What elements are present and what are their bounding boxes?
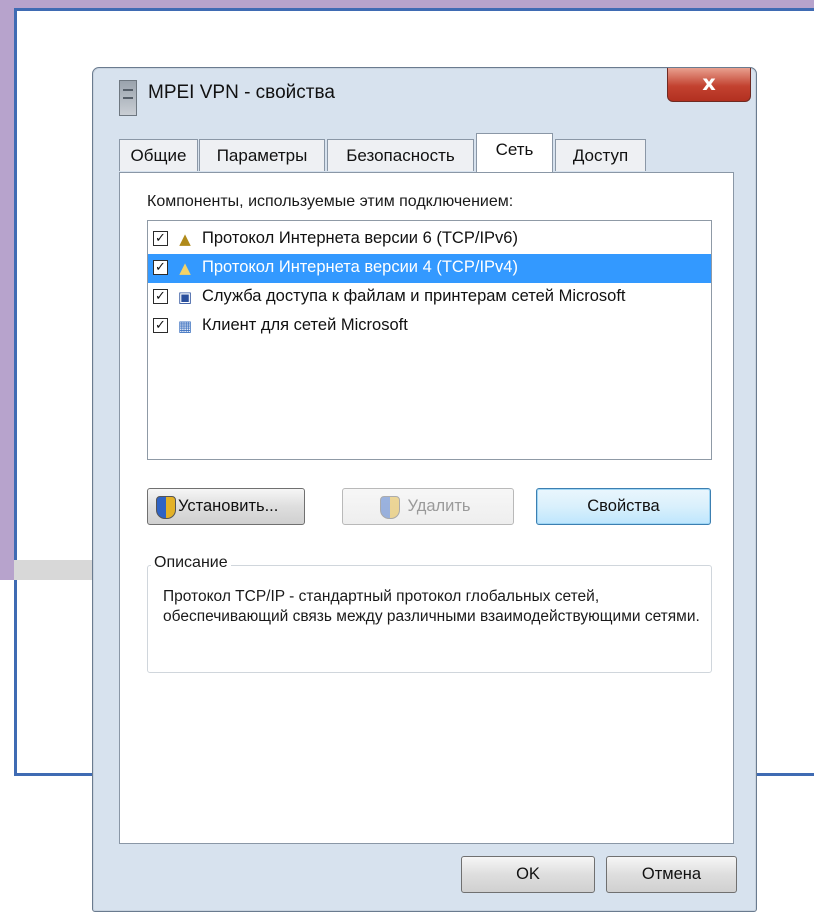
tab-network[interactable]: Сеть	[476, 133, 553, 172]
slide-purple-side	[0, 0, 14, 580]
list-item-label: Протокол Интернета версии 4 (TCP/IPv4)	[202, 258, 518, 276]
tab-sharing[interactable]: Доступ	[555, 139, 646, 171]
tab-general[interactable]: Общие	[119, 139, 198, 171]
remove-button[interactable]: Удалить	[342, 488, 514, 525]
install-button-label: Установить...	[178, 497, 279, 515]
title-bar[interactable]: MPEI VPN - свойства x	[93, 68, 756, 124]
network-tab-panel: Компоненты, используемые этим подключени…	[119, 172, 734, 844]
ok-button[interactable]: OK	[461, 856, 595, 893]
components-list[interactable]: ✓ ▲ Протокол Интернета версии 6 (TCP/IPv…	[147, 220, 712, 460]
network-protocol-icon: ▲	[179, 259, 191, 277]
list-item-label: Служба доступа к файлам и принтерам сете…	[202, 287, 626, 305]
checkbox[interactable]: ✓	[153, 260, 168, 275]
list-item[interactable]: ✓ ▣ Служба доступа к файлам и принтерам …	[148, 283, 711, 312]
close-button[interactable]: x	[667, 68, 751, 102]
connection-icon	[119, 80, 137, 116]
list-item-selected[interactable]: ✓ ▲ Протокол Интернета версии 4 (TCP/IPv…	[148, 254, 711, 283]
cancel-button[interactable]: Отмена	[606, 856, 737, 893]
list-item[interactable]: ✓ ▦ Клиент для сетей Microsoft	[148, 312, 711, 341]
tab-parameters[interactable]: Параметры	[199, 139, 325, 171]
components-label: Компоненты, используемые этим подключени…	[147, 193, 514, 210]
install-button[interactable]: Установить...	[147, 488, 305, 525]
description-text: Протокол TCP/IP - стандартный протокол г…	[163, 588, 700, 625]
list-item-label: Клиент для сетей Microsoft	[202, 316, 408, 334]
network-client-icon: ▦	[177, 317, 193, 335]
checkbox[interactable]: ✓	[153, 231, 168, 246]
tab-security[interactable]: Безопасность	[327, 139, 474, 171]
checkbox[interactable]: ✓	[153, 289, 168, 304]
properties-button[interactable]: Свойства	[536, 488, 711, 525]
file-printer-service-icon: ▣	[177, 288, 193, 306]
uac-shield-icon	[380, 496, 400, 519]
checkbox[interactable]: ✓	[153, 318, 168, 333]
window-title: MPEI VPN - свойства	[148, 82, 335, 103]
network-protocol-icon: ▲	[179, 230, 191, 248]
uac-shield-icon	[156, 496, 176, 519]
description-title: Описание	[151, 554, 231, 572]
slide-gray-band	[14, 560, 92, 580]
list-item[interactable]: ✓ ▲ Протокол Интернета версии 6 (TCP/IPv…	[148, 225, 711, 254]
list-item-label: Протокол Интернета версии 6 (TCP/IPv6)	[202, 229, 518, 247]
properties-dialog: MPEI VPN - свойства x Общие Параметры Бе…	[92, 67, 757, 912]
